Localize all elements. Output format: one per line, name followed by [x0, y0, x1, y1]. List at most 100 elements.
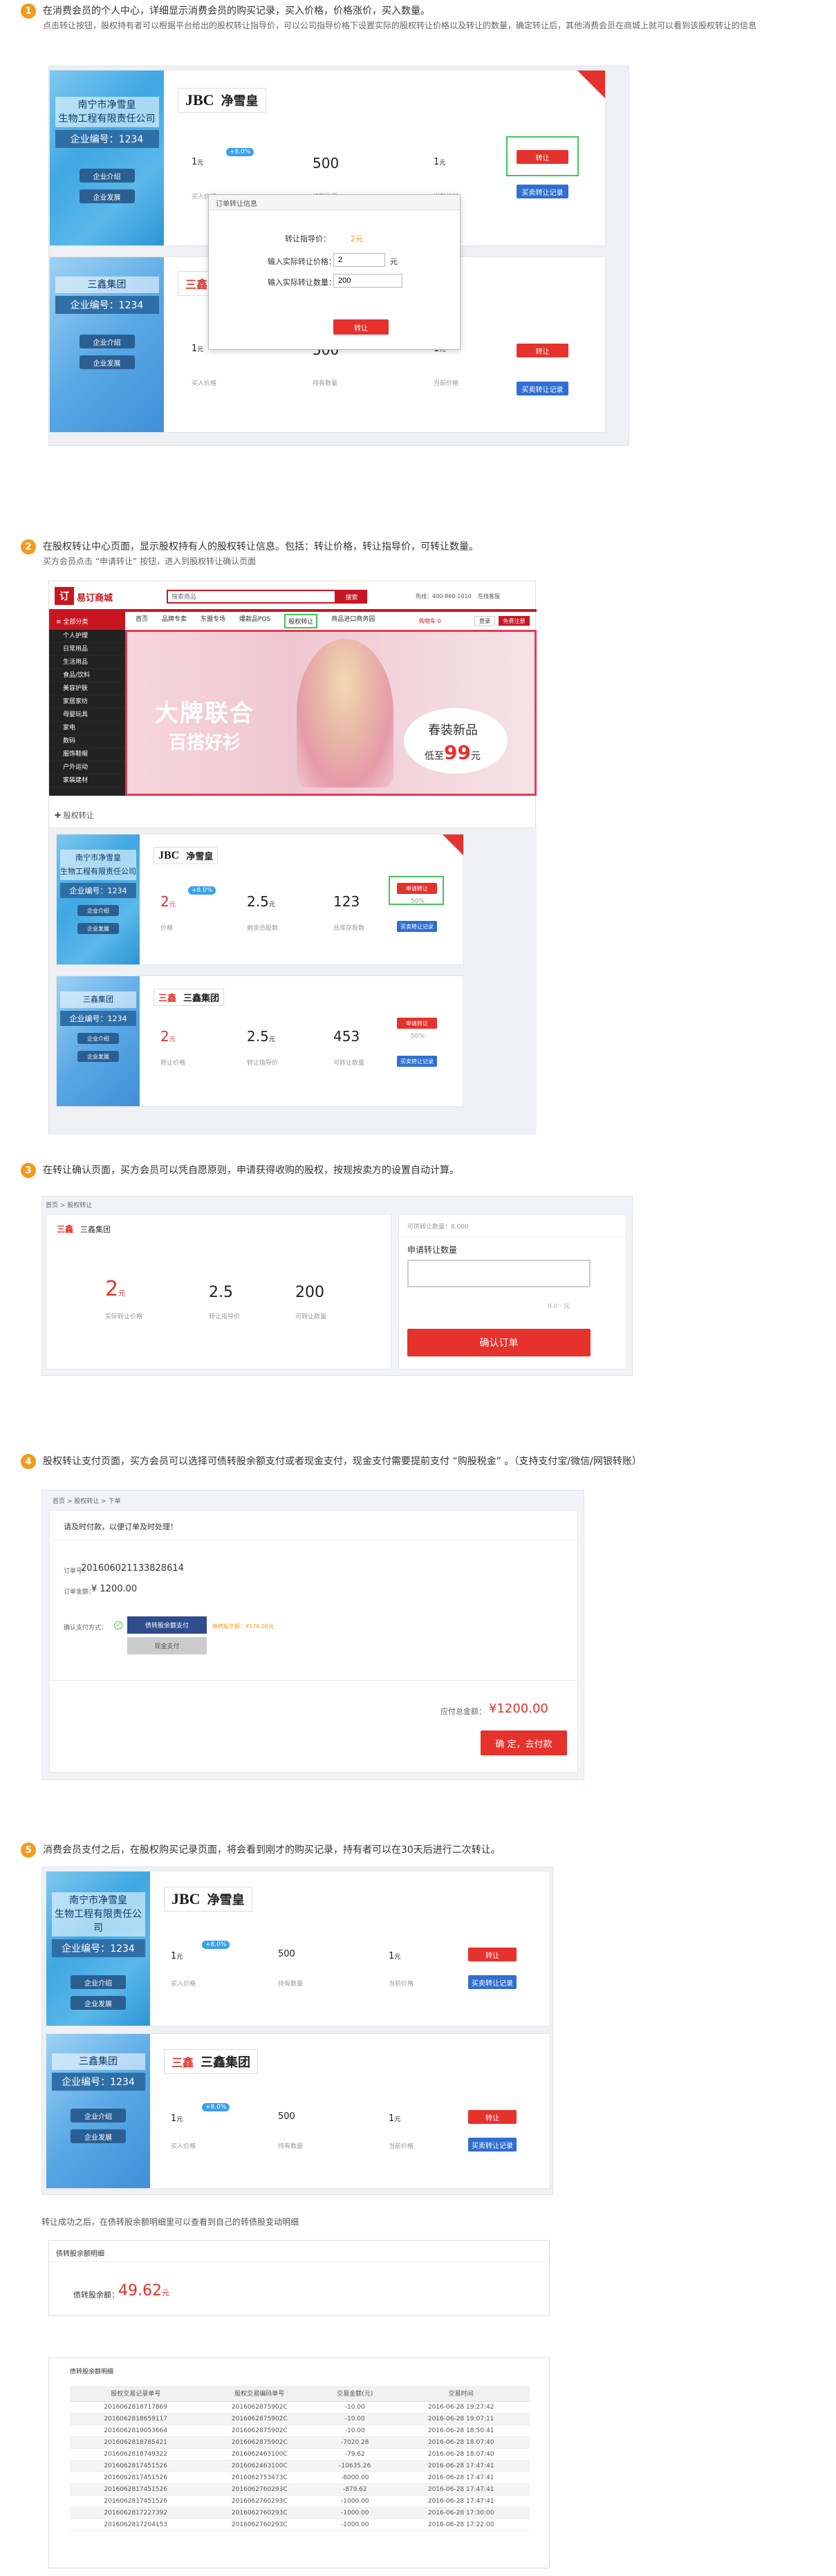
search-input[interactable] — [167, 590, 336, 604]
record-button[interactable]: 买卖转让记录 — [397, 1056, 437, 1067]
transfer-price: 2元 — [160, 1028, 176, 1045]
qty-input[interactable] — [333, 274, 402, 288]
company-detail-button[interactable]: 企业发展 — [71, 1996, 126, 2010]
table-row: 2016062817451526 2016062760293C -879.62 201… — [70, 2483, 530, 2496]
table-cell: -79.62 — [317, 2448, 393, 2461]
company-detail-button[interactable]: 企业发展 — [77, 1051, 119, 1062]
transfer-button[interactable]: 转让 — [468, 2110, 517, 2124]
company-detail-button[interactable]: 企业发展 — [71, 2129, 126, 2143]
menu-item[interactable]: 母婴玩具 — [49, 709, 125, 722]
col-header: 股权交易记录单号 — [70, 2386, 202, 2402]
menu-item[interactable]: 家装建材 — [49, 774, 125, 787]
qty-label: 输入实际转让数量： — [268, 278, 336, 287]
breadcrumb: 首页 > 股权转让 > 下单 — [53, 1498, 121, 1505]
register-button[interactable]: 免费注册 — [499, 616, 530, 626]
balance-title: 债转股余额明细 — [56, 2250, 104, 2258]
confirm-pay-button[interactable]: 确 定，去付款 — [481, 1730, 567, 1755]
menu-item[interactable]: 户外运动 — [49, 761, 125, 774]
confirm-order-button[interactable]: 确认订单 — [407, 1329, 591, 1356]
table-cell: 2016-06-28 18:07:40 — [392, 2448, 530, 2461]
change-badge: +8.0% — [202, 2103, 230, 2111]
nav-home[interactable]: 首页 — [136, 614, 148, 628]
step-desc: 买方会员点击 “申请转让” 按钮，进入到股权转让确认页面 — [43, 557, 257, 566]
menu-item[interactable]: 服饰鞋帽 — [49, 748, 125, 761]
table-row: 2016062817204153 2016062760293C -1000.00 20… — [70, 2519, 530, 2531]
table-cell: -1000.00 — [317, 2495, 393, 2508]
qty-caption: 可转让数量 — [333, 1060, 365, 1067]
apply-qty-input[interactable] — [407, 1260, 591, 1287]
table-cell: 2016-06-28 17:47:41 — [392, 2483, 530, 2496]
corner-ribbon — [443, 834, 463, 855]
record-button[interactable]: 买卖转让记录 — [468, 1975, 517, 1989]
table-cell: 2016062818659117 — [70, 2413, 202, 2425]
nav-equity-transfer[interactable]: 股权转让 — [284, 613, 318, 628]
table-row: 2016062818717869 2016062875902C -10.00 2016… — [70, 2401, 530, 2414]
nav-import[interactable]: 商品进口商务园 — [331, 614, 375, 628]
company-intro-button[interactable]: 企业介绍 — [79, 169, 135, 183]
table-row: 2016062818749322 2016062463100C -79.62 2016… — [70, 2448, 530, 2461]
apply-transfer-button[interactable]: 申请转让 — [397, 883, 437, 894]
logo-icon: 订 — [55, 587, 74, 605]
nav-asean[interactable]: 东盟专场 — [201, 614, 225, 628]
buy-price: 1元 — [192, 344, 204, 354]
transfer-button[interactable]: 转让 — [517, 150, 568, 164]
menu-item[interactable]: 日常用品 — [49, 643, 125, 656]
company-detail-button[interactable]: 企业发展 — [77, 923, 119, 934]
step-number: 3 — [21, 1163, 36, 1178]
company-intro-button[interactable]: 企业介绍 — [71, 2109, 126, 2122]
company-detail-button[interactable]: 企业发展 — [79, 189, 135, 203]
menu-item[interactable]: 美容护肤 — [49, 682, 125, 696]
cash-pay-option[interactable]: 现金支付 — [127, 1637, 207, 1654]
record-button[interactable]: 买卖转让记录 — [468, 2138, 517, 2152]
cart-link[interactable]: 购物车 0 — [419, 617, 441, 625]
current-price: 1元 — [434, 157, 446, 167]
price-unit: 元 — [390, 257, 398, 266]
table-cell: 2016062817451526 — [70, 2483, 202, 2496]
confirm-transfer-button[interactable]: 转让 — [333, 319, 389, 335]
table-cell: 2016062760293C — [201, 2519, 318, 2531]
logo-name: 净雪皇 — [221, 94, 259, 109]
balance-label: 债转股余额： — [73, 2290, 119, 2299]
company-name: 南宁市净雪皇 生物工程有限责任公司 — [51, 1892, 145, 1936]
current-price: 1元 — [389, 2113, 401, 2124]
menu-item[interactable]: 家电 — [49, 722, 125, 735]
transfer-button[interactable]: 转让 — [517, 344, 568, 357]
promo-banner[interactable]: 大牌联合 百搭好衫 春装新品 低至99元 — [125, 630, 537, 796]
login-button[interactable]: 登录 — [474, 616, 495, 626]
price-input[interactable] — [333, 253, 385, 267]
record-button[interactable]: 买卖转让记录 — [517, 382, 568, 395]
category-header[interactable]: ≡ 全部分类 — [49, 612, 125, 630]
banner-title: 大牌联合 — [155, 700, 254, 727]
balance-pay-option[interactable]: 债转股余额支付 — [127, 1616, 207, 1634]
transfer-button[interactable]: 转让 — [468, 1948, 517, 1961]
table-row: 2016062818659117 2016062875902C -10.00 2016… — [70, 2413, 530, 2425]
company-intro-button[interactable]: 企业介绍 — [71, 1975, 126, 1989]
screenshot-1: 南宁市净雪皇 生物工程有限责任公司 企业编号：1234 企业介绍 企业发展 JB… — [48, 66, 629, 446]
menu-item[interactable]: 生活用品 — [49, 656, 125, 669]
nav-brand[interactable]: 品牌专卖 — [162, 614, 187, 628]
company-intro-button[interactable]: 企业介绍 — [77, 1033, 119, 1044]
menu-item[interactable]: 食品/饮料 — [49, 669, 125, 682]
check-icon[interactable]: ✓ — [114, 1621, 122, 1630]
guide-price: 2.5 — [209, 1284, 233, 1301]
service-link[interactable]: 在线客服 — [478, 592, 500, 600]
holding-card-sx: 三鑫集团 企业编号：1234 企业介绍 企业发展 三鑫 三鑫集团 +8.0% 1元… — [46, 2033, 550, 2189]
hold-qty: 500 — [313, 155, 340, 171]
company-detail-button[interactable]: 企业发展 — [79, 355, 135, 369]
current-price-caption: 当前价格 — [389, 2143, 414, 2150]
company-intro-button[interactable]: 企业介绍 — [77, 905, 119, 916]
nav-pos[interactable]: 爆款品POS — [239, 614, 270, 628]
change-badge: +8.0% — [202, 1941, 230, 1949]
menu-item[interactable]: 家居家纺 — [49, 696, 125, 709]
corner-ribbon — [577, 71, 605, 98]
search-button[interactable]: 搜索 — [336, 590, 367, 604]
company-intro-button[interactable]: 企业介绍 — [79, 335, 135, 348]
record-button[interactable]: 买卖转让记录 — [397, 921, 437, 932]
table-cell: -7020.28 — [317, 2436, 393, 2449]
apply-transfer-button[interactable]: 申请转让 — [397, 1018, 437, 1029]
record-button[interactable]: 买卖转让记录 — [517, 185, 568, 198]
menu-item[interactable]: 个人护理 — [49, 630, 125, 643]
company-name: 南宁市净雪皇 生物工程有限责任公司 — [55, 97, 159, 127]
menu-item[interactable]: 数码 — [49, 735, 125, 748]
current-price-caption: 当前价格 — [434, 380, 459, 387]
